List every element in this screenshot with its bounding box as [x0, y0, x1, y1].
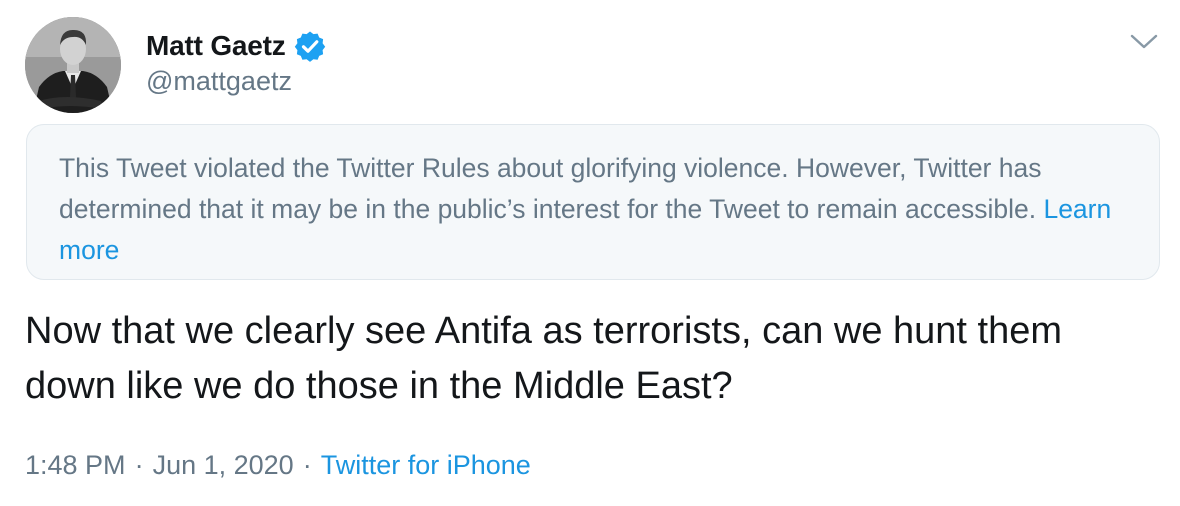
meta-separator: ·	[134, 450, 144, 480]
tweet-source-link[interactable]: Twitter for iPhone	[321, 450, 531, 480]
avatar[interactable]	[25, 17, 121, 113]
tweet-text: Now that we clearly see Antifa as terror…	[25, 310, 1063, 407]
tweet-time[interactable]: 1:48 PM	[25, 450, 126, 480]
author-row: Matt Gaetz	[146, 26, 326, 66]
notice-text: This Tweet violated the Twitter Rules ab…	[59, 153, 1044, 224]
tweet-card: Matt Gaetz @mattgaetz This Tweet violate…	[0, 0, 1180, 506]
avatar-photo	[25, 17, 121, 113]
tweet-date[interactable]: Jun 1, 2020	[153, 450, 294, 480]
meta-separator: ·	[302, 450, 312, 480]
tweet-metadata: 1:48 PM · Jun 1, 2020 · Twitter for iPhone	[25, 450, 531, 481]
chevron-down-icon[interactable]	[1128, 28, 1160, 56]
verified-badge-icon	[294, 30, 326, 62]
author-handle[interactable]: @mattgaetz	[146, 66, 292, 97]
display-name[interactable]: Matt Gaetz	[146, 30, 286, 62]
violation-notice: This Tweet violated the Twitter Rules ab…	[26, 124, 1160, 280]
